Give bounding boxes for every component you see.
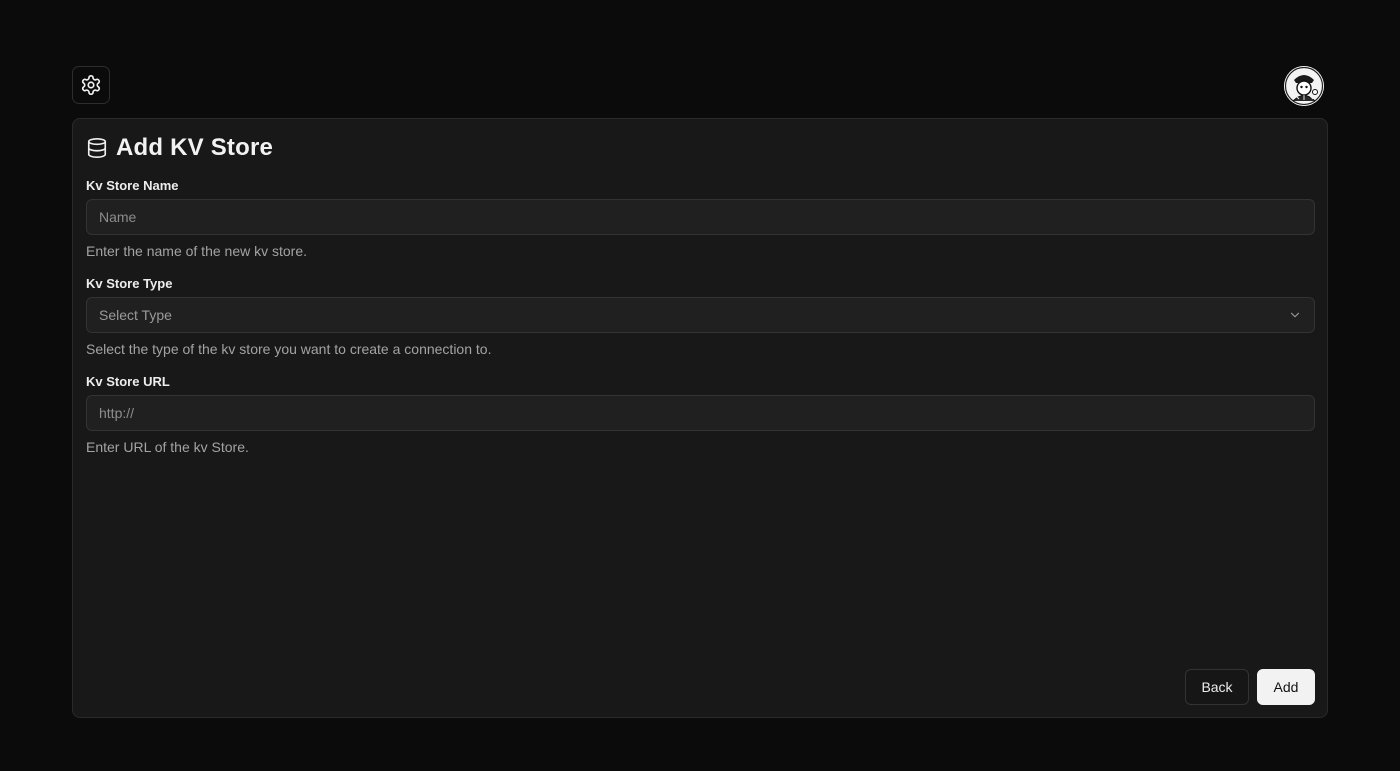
back-button[interactable]: Back xyxy=(1185,669,1249,705)
chevron-down-icon xyxy=(1290,312,1300,318)
name-label: Kv Store Name xyxy=(86,178,179,193)
url-field[interactable] xyxy=(86,395,1315,431)
type-label: Kv Store Type xyxy=(86,276,173,291)
add-button[interactable]: Add xyxy=(1257,669,1315,705)
avatar[interactable] xyxy=(1284,66,1324,106)
url-label: Kv Store URL xyxy=(86,374,170,389)
name-help-text: Enter the name of the new kv store. xyxy=(86,243,308,259)
type-select[interactable]: Select Type xyxy=(86,297,1315,333)
gear-icon xyxy=(81,75,101,95)
database-icon xyxy=(87,138,107,158)
url-help-text: Enter URL of the kv Store. xyxy=(86,439,249,455)
type-select-value: Select Type xyxy=(99,307,172,323)
page-title: Add KV Store xyxy=(116,134,274,161)
name-input[interactable] xyxy=(87,200,1314,234)
user-avatar-icon xyxy=(1284,66,1324,106)
type-help-text: Select the type of the kv store you want… xyxy=(86,341,492,357)
add-kv-store-card: Add KV Store Kv Store Name Enter the nam… xyxy=(72,118,1328,718)
card-header: Add KV Store xyxy=(86,133,273,163)
name-field[interactable] xyxy=(86,199,1315,235)
settings-button[interactable] xyxy=(72,66,110,104)
url-input[interactable] xyxy=(87,396,1314,430)
